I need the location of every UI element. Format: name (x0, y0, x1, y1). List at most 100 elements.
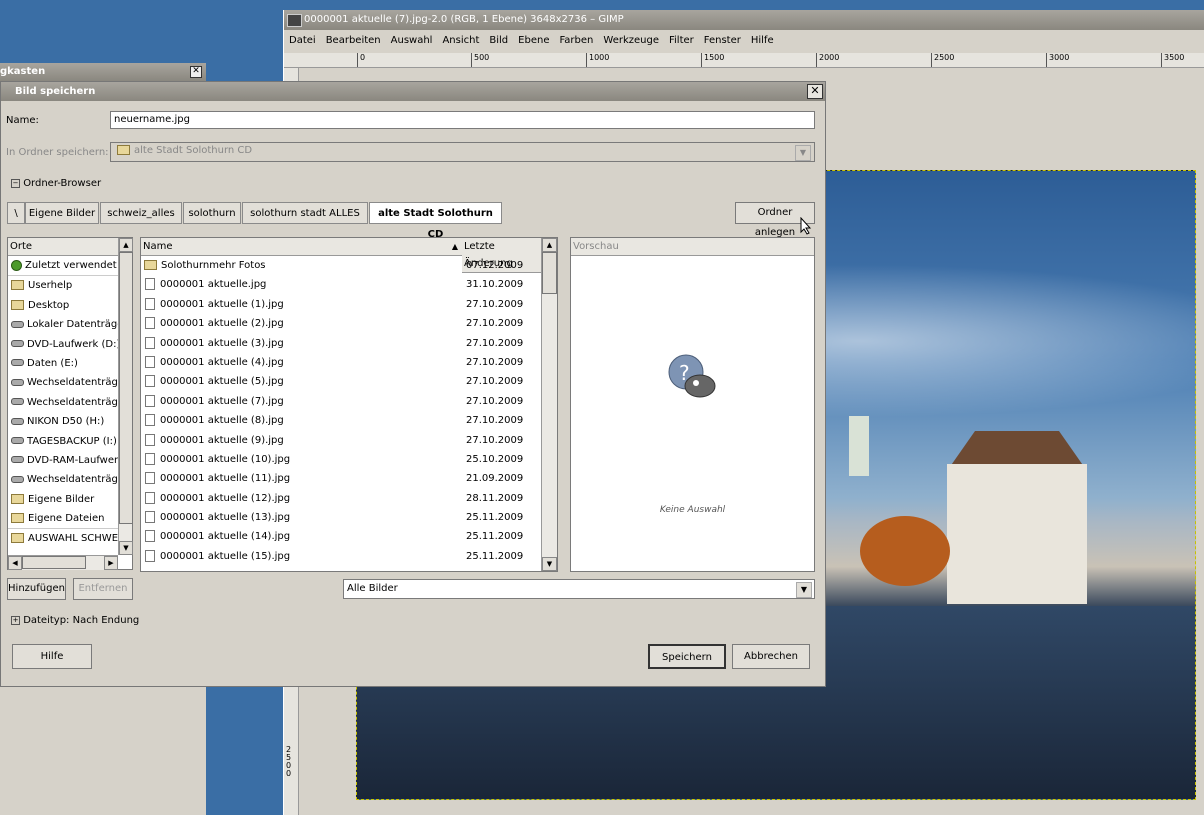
menu-farben[interactable]: Farben (554, 30, 598, 52)
folder-icon (144, 260, 157, 270)
file-row[interactable]: 0000001 aktuelle (15).jpg 25.11.2009 (141, 547, 541, 566)
file-icon (145, 433, 155, 446)
dialog-title: Bild speichern (15, 86, 96, 97)
file-list-panel: Name ▲ Letzte Änderung Solothurnmehr Fot… (140, 237, 558, 572)
drive-icon (11, 359, 24, 367)
file-row[interactable]: 0000001 aktuelle (14).jpg 25.11.2009 (141, 527, 541, 546)
file-row[interactable]: 0000001 aktuelle (3).jpg 27.10.2009 (141, 334, 541, 353)
place-item[interactable]: Eigene Bilder (8, 490, 118, 509)
file-list-vscrollbar[interactable]: ▲ ▼ (541, 238, 557, 571)
menu-bearbeiten[interactable]: Bearbeiten (321, 30, 386, 52)
menu-fenster[interactable]: Fenster (699, 30, 746, 52)
save-button[interactable]: Speichern (648, 644, 726, 669)
place-label: Userhelp (28, 280, 73, 292)
place-item[interactable]: Userhelp (8, 276, 118, 295)
file-row[interactable]: 0000001 aktuelle (10).jpg 25.10.2009 (141, 450, 541, 469)
close-icon[interactable]: ✕ (807, 84, 823, 99)
filetype-toggle[interactable]: + Dateityp: Nach Endung (11, 615, 211, 626)
menu-datei[interactable]: Datei (284, 30, 321, 52)
menu-filter[interactable]: Filter (664, 30, 699, 52)
save-folder-select[interactable]: alte Stadt Solothurn CD ▼ (110, 142, 815, 162)
scroll-thumb[interactable] (22, 556, 86, 569)
toolbox-title-bar: gkasten ✕ (0, 63, 206, 81)
place-item[interactable]: Desktop (8, 296, 118, 315)
place-item[interactable]: Daten (E:) (8, 354, 118, 373)
file-icon (145, 472, 155, 485)
canvas-tower (849, 416, 869, 476)
menu-ansicht[interactable]: Ansicht (437, 30, 484, 52)
place-item[interactable]: TAGESBACKUP (I:) (8, 432, 118, 451)
file-row[interactable]: 0000001 aktuelle (11).jpg 21.09.2009 (141, 469, 541, 488)
crumb-solothurn-stadt-alles[interactable]: solothurn stadt ALLES (242, 202, 368, 224)
file-filter-select[interactable]: Alle Bilder ▼ (343, 579, 815, 599)
drive-icon (11, 437, 24, 445)
file-icon (145, 297, 155, 310)
scroll-right-icon[interactable]: ▶ (104, 556, 118, 570)
file-name: 0000001 aktuelle (3).jpg (160, 337, 284, 349)
menu-auswahl[interactable]: Auswahl (386, 30, 438, 52)
place-item[interactable]: AUSWAHL SCHWEIZ (8, 529, 118, 548)
place-item[interactable]: DVD-RAM-Laufwerk ( (8, 451, 118, 470)
crumb-schweiz-alles[interactable]: schweiz_alles (100, 202, 182, 224)
crumb-solothurn[interactable]: solothurn (183, 202, 241, 224)
file-name: 0000001 aktuelle (1).jpg (160, 298, 284, 310)
filename-input[interactable]: neuername.jpg (110, 111, 815, 129)
places-header[interactable]: Orte (8, 238, 118, 256)
menu-bild[interactable]: Bild (484, 30, 513, 52)
file-date: 27.10.2009 (466, 298, 524, 310)
file-row[interactable]: 0000001 aktuelle (5).jpg 27.10.2009 (141, 372, 541, 391)
scroll-up-icon[interactable]: ▲ (119, 238, 133, 252)
place-item[interactable]: Wechseldatenträger (8, 373, 118, 392)
remove-bookmark-button[interactable]: Entfernen (73, 578, 133, 600)
scroll-thumb[interactable] (119, 252, 133, 524)
ruler-label: 2000 (816, 53, 839, 67)
place-item[interactable]: Wechseldatenträger (8, 470, 118, 489)
place-item[interactable]: Eigene Dateien (8, 509, 118, 530)
menu-ebene[interactable]: Ebene (513, 30, 554, 52)
scroll-up-icon[interactable]: ▲ (542, 238, 557, 252)
file-row[interactable]: Solothurnmehr Fotos 07.12.2009 (141, 256, 541, 275)
places-vscrollbar[interactable]: ▲ ▼ (118, 238, 133, 555)
place-item[interactable]: NIKON D50 (H:) (8, 412, 118, 431)
file-row[interactable]: 0000001 aktuelle (7).jpg 27.10.2009 (141, 392, 541, 411)
file-name: 0000001 aktuelle (11).jpg (160, 473, 291, 485)
scroll-left-icon[interactable]: ◀ (8, 556, 22, 570)
gimp-window-title: 0000001 aktuelle (7).jpg-2.0 (RGB, 1 Ebe… (304, 14, 624, 25)
crumb-alte-stadt-solothurn-cd[interactable]: alte Stadt Solothurn CD (369, 202, 502, 240)
place-label: Desktop (28, 299, 70, 311)
place-label: Wechseldatenträger (27, 474, 118, 486)
file-row[interactable]: 0000001 aktuelle.jpg 31.10.2009 (141, 275, 541, 294)
file-row[interactable]: 0000001 aktuelle (9).jpg 27.10.2009 (141, 431, 541, 450)
place-item[interactable]: Lokaler Datenträger (8, 315, 118, 334)
column-header-name[interactable]: Name ▲ (141, 238, 463, 256)
dialog-title-bar: Bild speichern ✕ (1, 82, 825, 101)
drive-icon (11, 417, 24, 425)
toolbox-close-icon[interactable]: ✕ (190, 66, 202, 78)
file-row[interactable]: 0000001 aktuelle (13).jpg 25.11.2009 (141, 508, 541, 527)
folder-browser-toggle[interactable]: − Ordner-Browser (11, 178, 211, 189)
menu-werkzeuge[interactable]: Werkzeuge (598, 30, 664, 52)
cancel-button[interactable]: Abbrechen (732, 644, 810, 669)
add-bookmark-button[interactable]: Hinzufügen (7, 578, 66, 600)
scroll-thumb[interactable] (542, 252, 557, 294)
file-row[interactable]: 0000001 aktuelle (1).jpg 27.10.2009 (141, 295, 541, 314)
places-hscrollbar[interactable]: ◀ ▶ (8, 555, 118, 570)
menu-hilfe[interactable]: Hilfe (746, 30, 779, 52)
crumb-eigene-bilder[interactable]: Eigene Bilder (25, 202, 99, 224)
file-row[interactable]: 0000001 aktuelle (12).jpg 28.11.2009 (141, 489, 541, 508)
horizontal-ruler[interactable]: 0 500 1000 1500 2000 2500 3000 3500 (284, 53, 1204, 68)
scroll-down-icon[interactable]: ▼ (119, 541, 133, 555)
gimp-menubar: Datei Bearbeiten Auswahl Ansicht Bild Ebene Fa… (284, 30, 1204, 52)
help-button[interactable]: Hilfe (12, 644, 92, 669)
place-label: Lokaler Datenträger (27, 319, 118, 331)
file-row[interactable]: 0000001 aktuelle (4).jpg 27.10.2009 (141, 353, 541, 372)
crumb-root[interactable]: \ (7, 202, 25, 224)
sort-ascending-icon: ▲ (451, 242, 458, 251)
file-row[interactable]: 0000001 aktuelle (8).jpg 27.10.2009 (141, 411, 541, 430)
place-item[interactable]: DVD-Laufwerk (D:) (8, 335, 118, 354)
scroll-down-icon[interactable]: ▼ (542, 557, 557, 571)
place-item[interactable]: Zuletzt verwendet (8, 256, 118, 277)
place-item[interactable]: Wechseldatenträger (8, 393, 118, 412)
file-row[interactable]: 0000001 aktuelle (2).jpg 27.10.2009 (141, 314, 541, 333)
folder-icon (11, 280, 24, 291)
